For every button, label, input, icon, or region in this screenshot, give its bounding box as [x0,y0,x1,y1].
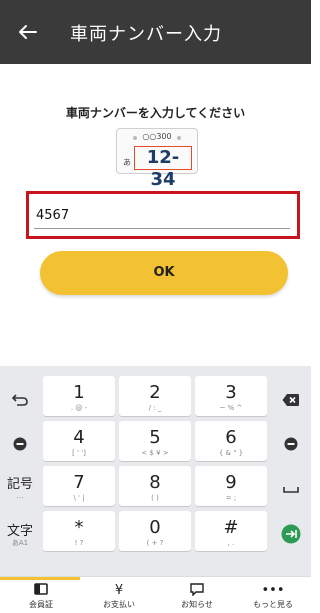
key-hash[interactable]: # , . [195,511,267,551]
key-asterisk-sub: ! ? [74,539,84,547]
more-icon: ••• [261,583,285,598]
key-3-sub: ~ % ^ [219,404,243,412]
char-mode-key-sub: あA1 [11,539,29,547]
symbol-key-sub: … [16,492,24,500]
key-3-label: 3 [225,382,237,403]
key-9[interactable]: 9 = ; [195,466,267,506]
plate-kana: あ [123,158,131,167]
key-5-sub: < $ ¥ > [141,449,169,457]
plate-region: ○○300 [142,132,172,141]
numeric-keyboard: 記号 … 文字 あA1 1 . @ - 2 / : _ 3 ~ % ^ 4 [ … [0,366,311,576]
cursor-right-key[interactable] [271,424,311,464]
key-7[interactable]: 7 \ ' | [43,466,115,506]
card-icon [2,583,80,599]
bottom-nav: 会員証 ¥ お支払い お知らせ ••• もっと見る [0,576,311,613]
message-icon [158,583,236,599]
input-underline [34,228,290,229]
symbol-key-label: 記号 [6,477,33,492]
char-mode-key-label: 文字 [6,524,33,539]
page-title: 車両ナンバー入力 [70,24,222,45]
key-8-label: 8 [149,472,161,493]
key-asterisk-label: * [74,517,84,538]
yen-icon: ¥ [114,583,124,598]
key-1-sub: . @ - [70,404,88,412]
key-9-sub: = ; [225,494,237,502]
key-0[interactable]: 0 ( + ? [119,511,191,551]
nav-label: もっと見る [253,600,293,609]
instruction-text: 車両ナンバーを入力してください [65,106,246,120]
key-7-sub: \ ' | [73,494,85,502]
key-6-sub: { & " } [218,449,244,457]
app-bar: 車両ナンバー入力 [0,0,311,64]
key-asterisk[interactable]: * ! ? [43,511,115,551]
char-mode-key[interactable]: 文字 あA1 [0,516,40,556]
vehicle-number-input[interactable] [36,202,290,228]
cursor-left-icon [13,437,27,451]
key-0-label: 0 [149,517,161,538]
key-5[interactable]: 5 < $ ¥ > [119,421,191,461]
key-2-sub: / : _ [148,404,162,412]
key-4-sub: [ ' '] [72,449,86,457]
undo-icon [12,394,28,406]
nav-label: 会員証 [29,600,53,609]
nav-item-membership[interactable]: 会員証 [2,583,80,611]
key-hash-sub: , . [227,539,235,547]
key-8[interactable]: 8 ( ) [119,466,191,506]
key-0-sub: ( + ? [146,539,164,547]
arrow-left-icon[interactable] [14,18,42,46]
nav-label: お支払い [103,600,135,609]
nav-item-more[interactable]: ••• もっと見る [234,583,312,611]
key-9-label: 9 [225,472,237,493]
plate-number: 12-34 [134,146,192,190]
key-6-label: 6 [225,427,237,448]
ok-button[interactable]: OK [40,251,288,295]
key-8-sub: ( ) [151,494,159,502]
enter-icon [281,524,301,544]
enter-key[interactable] [271,514,311,554]
key-7-label: 7 [73,472,85,493]
plate-example: ○○300 あ 12-34 [116,128,198,190]
nav-item-payment[interactable]: ¥ お支払い [80,583,158,611]
key-3[interactable]: 3 ~ % ^ [195,376,267,416]
key-1-label: 1 [73,382,85,403]
nav-item-news[interactable]: お知らせ [158,583,236,611]
key-6[interactable]: 6 { & " } [195,421,267,461]
space-icon [283,487,299,493]
key-hash-label: # [223,517,239,538]
key-2-label: 2 [149,382,161,403]
key-1[interactable]: 1 . @ - [43,376,115,416]
key-4-label: 4 [73,427,85,448]
undo-key[interactable] [0,380,40,420]
space-key[interactable] [271,469,311,509]
active-tab-indicator [0,577,80,580]
cursor-left-key[interactable] [0,424,40,464]
key-4[interactable]: 4 [ ' '] [43,421,115,461]
key-2[interactable]: 2 / : _ [119,376,191,416]
key-5-label: 5 [149,427,161,448]
cursor-right-icon [284,437,298,451]
backspace-key[interactable] [271,380,311,420]
nav-label: お知らせ [181,600,213,609]
symbol-key[interactable]: 記号 … [0,469,40,509]
backspace-icon [282,394,299,406]
